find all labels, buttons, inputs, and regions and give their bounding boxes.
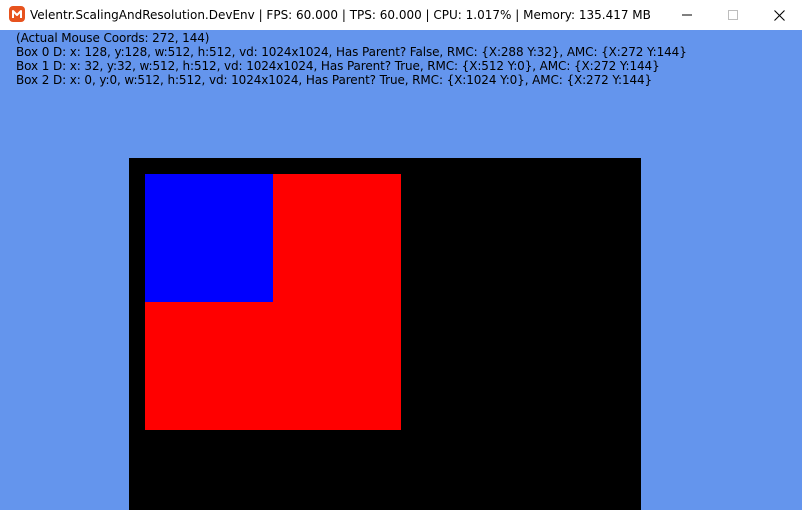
box0-info-text: Box 0 D: x: 128, y:128, w:512, h:512, vd… <box>16 45 687 59</box>
close-icon <box>773 9 785 21</box>
debug-overlay: (Actual Mouse Coords: 272, 144) Box 0 D:… <box>16 31 687 87</box>
box1-info-text: Box 1 D: x: 32, y:32, w:512, h:512, vd: … <box>16 59 660 73</box>
red-box <box>145 174 401 430</box>
monogame-logo-icon <box>9 6 25 22</box>
mouse-coords-text: (Actual Mouse Coords: 272, 144) <box>16 31 210 45</box>
game-viewport[interactable] <box>129 158 641 510</box>
close-button[interactable] <box>756 0 802 30</box>
window-title: Velentr.ScalingAndResolution.DevEnv | FP… <box>30 8 651 22</box>
minimize-icon <box>682 14 692 16</box>
title-bar[interactable]: Velentr.ScalingAndResolution.DevEnv | FP… <box>0 0 802 30</box>
maximize-icon <box>728 10 738 20</box>
blue-box <box>145 174 273 302</box>
app-window: Velentr.ScalingAndResolution.DevEnv | FP… <box>0 0 802 510</box>
box2-info-text: Box 2 D: x: 0, y:0, w:512, h:512, vd: 10… <box>16 73 653 87</box>
maximize-button[interactable] <box>710 0 756 30</box>
minimize-button[interactable] <box>664 0 710 30</box>
